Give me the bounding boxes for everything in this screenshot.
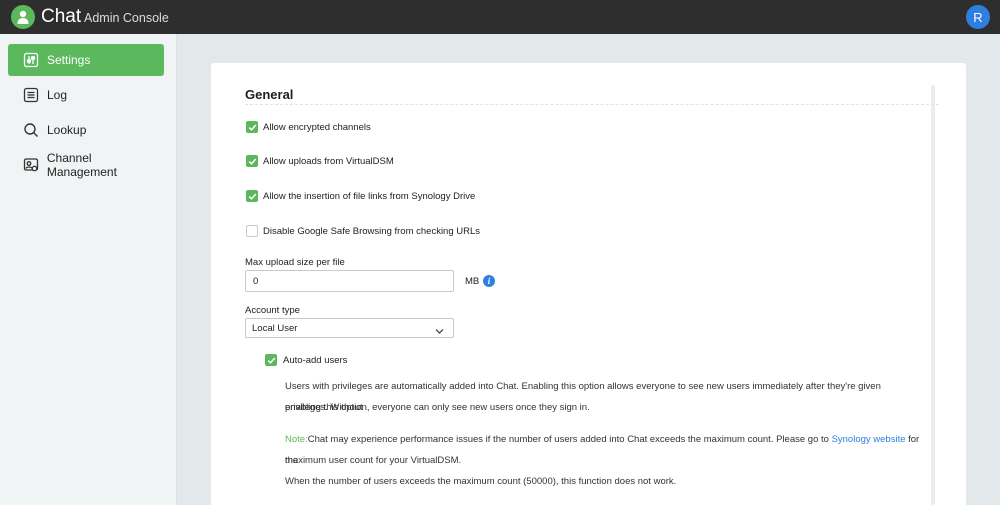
section-title-general: General	[245, 87, 294, 102]
chevron-down-icon	[435, 324, 444, 338]
info-icon[interactable]: i	[483, 275, 495, 287]
vertical-scrollbar[interactable]	[931, 85, 935, 505]
sidebar-item-label: Lookup	[47, 123, 87, 137]
sidebar-item-log[interactable]: Log	[8, 79, 164, 111]
checkmark-icon	[267, 356, 275, 364]
checkbox-label: Disable Google Safe Browsing from checki…	[263, 226, 481, 237]
checkbox-auto-add-users[interactable]	[265, 354, 277, 366]
auto-add-note-line2: maximum user count for your VirtualDSM.	[285, 455, 462, 466]
app-subtitle: Admin Console	[84, 11, 169, 25]
checkbox-allow-file-links-drive[interactable]	[246, 190, 258, 202]
sidebar-item-label: Settings	[47, 53, 91, 67]
lookup-search-icon	[22, 121, 40, 139]
checkmark-icon	[248, 123, 256, 131]
account-type-label: Account type	[245, 305, 300, 316]
sidebar-item-label: Log	[47, 88, 68, 102]
synology-website-link[interactable]: Synology website	[832, 434, 906, 445]
max-upload-input[interactable]	[245, 270, 454, 292]
checkbox-allow-encrypted-channels[interactable]	[246, 121, 258, 133]
top-bar: Chat Admin Console R	[0, 0, 1000, 34]
section-divider	[245, 104, 939, 105]
sidebar-item-label: Channel Management	[46, 151, 117, 179]
max-upload-unit: MB	[465, 276, 480, 287]
note-text: Chat may experience performance issues i…	[307, 434, 832, 445]
sidebar: Settings Log Lookup Channel Management	[0, 34, 177, 505]
checkbox-allow-uploads-virtualdsm[interactable]	[246, 155, 258, 167]
checkmark-icon	[248, 157, 256, 165]
auto-add-description-line2: enabling this option, everyone can only …	[285, 402, 590, 413]
log-list-icon	[22, 86, 40, 104]
settings-sliders-icon	[22, 51, 40, 69]
note-prefix: Note:	[285, 434, 308, 445]
user-avatar[interactable]: R	[966, 5, 990, 29]
account-type-select[interactable]: Local User	[245, 318, 454, 338]
checkbox-label: Allow uploads from VirtualDSM	[263, 156, 394, 167]
checkbox-disable-safe-browsing[interactable]	[246, 225, 258, 237]
auto-add-note-line3: When the number of users exceeds the max…	[285, 476, 677, 487]
app-name: Chat	[41, 6, 82, 27]
max-upload-label: Max upload size per file	[245, 257, 345, 268]
auto-add-users-label: Auto-add users	[283, 355, 348, 366]
checkbox-label: Allow the insertion of file links from S…	[263, 191, 476, 202]
checkbox-label: Allow encrypted channels	[263, 122, 371, 133]
checkmark-icon	[248, 192, 256, 200]
chat-logo-icon	[11, 5, 35, 29]
account-type-value: Local User	[252, 323, 298, 334]
sidebar-item-channel-management[interactable]: Channel Management	[8, 149, 164, 181]
channel-management-icon	[22, 156, 40, 174]
sidebar-item-settings[interactable]: Settings	[8, 44, 164, 76]
sidebar-item-lookup[interactable]: Lookup	[8, 114, 164, 146]
